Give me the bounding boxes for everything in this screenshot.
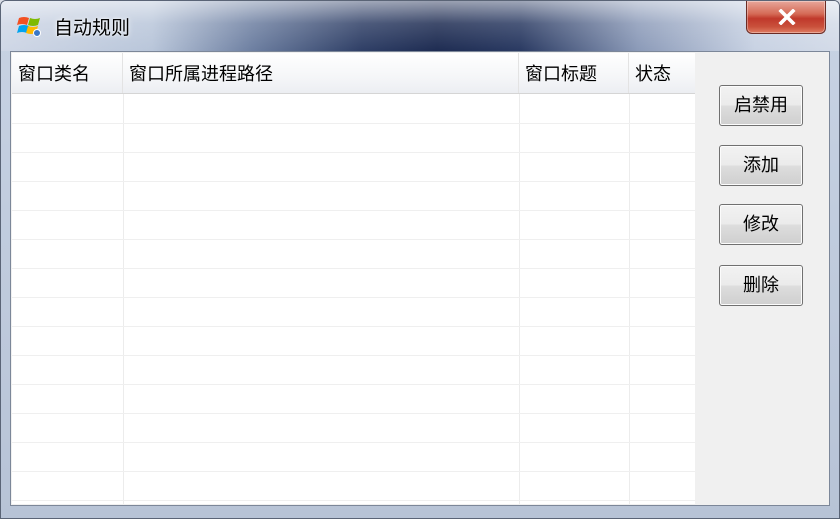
- grid-row-line: [12, 355, 695, 356]
- toggle-enable-button[interactable]: 启禁用: [719, 85, 803, 126]
- grid-row-line: [12, 297, 695, 298]
- grid-row-line: [12, 413, 695, 414]
- close-icon: [778, 9, 796, 25]
- grid-row-line: [12, 123, 695, 124]
- column-header-process-path[interactable]: 窗口所属进程路径: [123, 53, 519, 93]
- edit-button[interactable]: 修改: [719, 204, 803, 245]
- delete-button[interactable]: 删除: [719, 265, 803, 306]
- grid-row-line: [12, 210, 695, 211]
- rules-list[interactable]: 窗口类名 窗口所属进程路径 窗口标题 状态: [12, 53, 695, 504]
- grid-row-line: [12, 471, 695, 472]
- grid-row-line: [12, 442, 695, 443]
- column-header-status[interactable]: 状态: [629, 53, 695, 93]
- window-title: 自动规则: [54, 17, 131, 39]
- add-button[interactable]: 添加: [719, 145, 803, 186]
- dialog-window: 自动规则 窗口类名 窗口所属进程路径 窗口标题 状态 启禁用 添加 修改 删除: [0, 0, 840, 519]
- grid-row-line: [12, 500, 695, 501]
- grid-row-line: [12, 268, 695, 269]
- grid-row-line: [12, 239, 695, 240]
- grid-row-line: [12, 181, 695, 182]
- grid-row-line: [12, 384, 695, 385]
- grid-row-line: [12, 152, 695, 153]
- grid-row-line: [12, 326, 695, 327]
- column-header-window-class[interactable]: 窗口类名: [12, 53, 123, 93]
- title-bar[interactable]: 自动规则: [1, 1, 839, 51]
- dialog-client-area: 窗口类名 窗口所属进程路径 窗口标题 状态 启禁用 添加 修改 删除: [10, 51, 830, 506]
- list-header: 窗口类名 窗口所属进程路径 窗口标题 状态: [12, 53, 695, 94]
- column-header-window-title[interactable]: 窗口标题: [519, 53, 629, 93]
- close-button[interactable]: [746, 1, 826, 34]
- windows-flag-icon: [17, 17, 41, 37]
